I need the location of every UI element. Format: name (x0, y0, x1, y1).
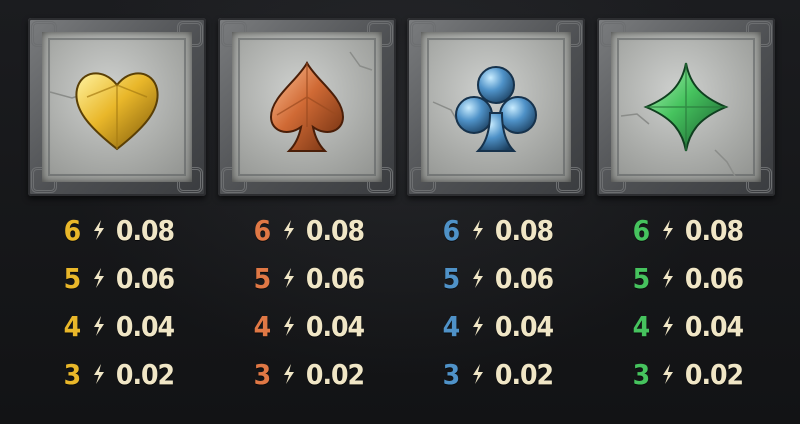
lightning-icon (662, 364, 673, 384)
lightning-icon (662, 268, 673, 288)
payout-row: 5 0.06 (597, 254, 775, 302)
diamond-icon (643, 62, 729, 152)
payout-row: 3 0.02 (28, 350, 206, 398)
payout-row: 6 0.08 (407, 206, 585, 254)
symbol-count: 6 (253, 213, 272, 247)
paytable-column-diamond: 6 0.08 5 0.06 4 0.04 3 0.02 (597, 18, 775, 398)
payout-value: 0.02 (115, 357, 175, 391)
club-icon (455, 66, 537, 152)
stone-panel (421, 32, 571, 182)
payout-list: 6 0.08 5 0.06 4 0.04 3 0.02 (597, 206, 775, 398)
paytable-column-club: 6 0.08 5 0.06 4 0.04 3 0.02 (407, 18, 585, 398)
symbol-count: 3 (253, 357, 272, 391)
heart-icon (75, 72, 159, 151)
paytable-column-spade: 6 0.08 5 0.06 4 0.04 3 0.02 (218, 18, 396, 398)
lightning-icon (472, 268, 483, 288)
payout-row: 5 0.06 (28, 254, 206, 302)
symbol-tile-spade (218, 18, 396, 196)
paytable-panel: 6 0.08 5 0.06 4 0.04 3 0.02 6 0.08 5 0.0… (0, 0, 800, 424)
symbol-count: 3 (632, 357, 651, 391)
payout-row: 3 0.02 (597, 350, 775, 398)
payout-value: 0.06 (494, 261, 554, 295)
payout-row: 6 0.08 (28, 206, 206, 254)
payout-row: 6 0.08 (597, 206, 775, 254)
lightning-icon (93, 220, 104, 240)
payout-value: 0.04 (115, 309, 175, 343)
symbol-tile-diamond (597, 18, 775, 196)
payout-row: 5 0.06 (407, 254, 585, 302)
lightning-icon (283, 220, 294, 240)
symbol-count: 4 (253, 309, 272, 343)
symbol-count: 4 (632, 309, 651, 343)
payout-row: 3 0.02 (218, 350, 396, 398)
symbol-count: 5 (632, 261, 651, 295)
stone-panel (611, 32, 761, 182)
payout-row: 4 0.04 (28, 302, 206, 350)
lightning-icon (472, 316, 483, 336)
paytable-column-heart: 6 0.08 5 0.06 4 0.04 3 0.02 (28, 18, 206, 398)
lightning-icon (93, 316, 104, 336)
payout-list: 6 0.08 5 0.06 4 0.04 3 0.02 (407, 206, 585, 398)
symbol-count: 5 (63, 261, 82, 295)
payout-value: 0.08 (115, 213, 175, 247)
lightning-icon (662, 220, 673, 240)
payout-row: 4 0.04 (407, 302, 585, 350)
payout-value: 0.06 (305, 261, 365, 295)
symbol-count: 4 (63, 309, 82, 343)
symbol-count: 5 (253, 261, 272, 295)
payout-list: 6 0.08 5 0.06 4 0.04 3 0.02 (218, 206, 396, 398)
symbol-count: 5 (442, 261, 461, 295)
payout-row: 4 0.04 (597, 302, 775, 350)
symbol-count: 6 (63, 213, 82, 247)
payout-row: 4 0.04 (218, 302, 396, 350)
payout-value: 0.02 (494, 357, 554, 391)
symbol-tile-heart (28, 18, 206, 196)
payout-value: 0.06 (684, 261, 744, 295)
payout-value: 0.08 (305, 213, 365, 247)
symbol-count: 3 (63, 357, 82, 391)
payout-value: 0.04 (305, 309, 365, 343)
stone-panel (42, 32, 192, 182)
spade-icon (269, 60, 345, 152)
symbol-count: 3 (442, 357, 461, 391)
payout-row: 5 0.06 (218, 254, 396, 302)
lightning-icon (283, 364, 294, 384)
payout-row: 6 0.08 (218, 206, 396, 254)
stone-panel (232, 32, 382, 182)
payout-value: 0.08 (494, 213, 554, 247)
payout-value: 0.04 (494, 309, 554, 343)
symbol-count: 6 (632, 213, 651, 247)
payout-value: 0.06 (115, 261, 175, 295)
symbol-count: 6 (442, 213, 461, 247)
payout-list: 6 0.08 5 0.06 4 0.04 3 0.02 (28, 206, 206, 398)
lightning-icon (93, 364, 104, 384)
lightning-icon (472, 364, 483, 384)
payout-value: 0.02 (305, 357, 365, 391)
symbol-count: 4 (442, 309, 461, 343)
lightning-icon (283, 316, 294, 336)
payout-value: 0.08 (684, 213, 744, 247)
symbol-tile-club (407, 18, 585, 196)
lightning-icon (93, 268, 104, 288)
payout-value: 0.04 (684, 309, 744, 343)
payout-value: 0.02 (684, 357, 744, 391)
payout-row: 3 0.02 (407, 350, 585, 398)
lightning-icon (472, 220, 483, 240)
lightning-icon (662, 316, 673, 336)
lightning-icon (283, 268, 294, 288)
